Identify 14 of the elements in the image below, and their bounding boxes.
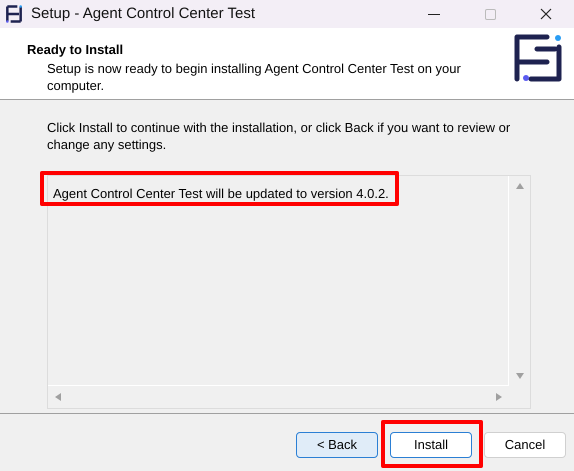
memo-text: Agent Control Center Test will be updated to version 4.0.2.	[53, 186, 389, 201]
close-icon	[540, 8, 552, 20]
scroll-left-icon[interactable]	[54, 392, 62, 402]
cancel-button[interactable]: Cancel	[484, 432, 566, 458]
page-subtitle: Setup is now ready to begin installing Agent Control Center Test on your computer.	[46, 60, 462, 94]
scroll-right-icon[interactable]	[495, 392, 503, 402]
instruction-text: Click Install to continue with the installation, or click Back if you want to review or change any settings.	[47, 119, 512, 153]
app-logo-icon	[4, 4, 24, 24]
install-button[interactable]: Install	[390, 432, 472, 458]
scroll-up-icon[interactable]	[514, 182, 524, 190]
back-button[interactable]: < Back	[296, 432, 378, 458]
page-title: Ready to Install	[27, 41, 124, 59]
window-title: Setup - Agent Control Center Test	[31, 4, 256, 24]
scroll-down-icon[interactable]	[514, 372, 524, 380]
